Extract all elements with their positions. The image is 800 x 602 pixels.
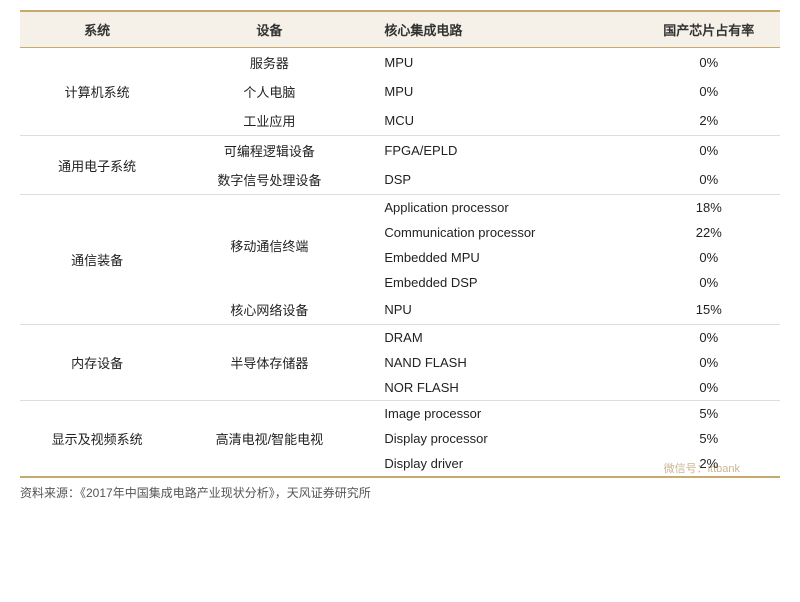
- cell-chip: NPU: [364, 295, 637, 325]
- table-row: 显示及视频系统高清电视/智能电视Image processor5%: [20, 401, 780, 427]
- cell-rate: 0%: [638, 165, 781, 195]
- cell-chip: NAND FLASH: [364, 350, 637, 375]
- cell-chip: Display driver: [364, 451, 637, 477]
- cell-device: 个人电脑: [174, 77, 364, 106]
- cell-device: 核心网络设备: [174, 295, 364, 325]
- cell-system: 内存设备: [20, 325, 174, 401]
- table-row: 内存设备半导体存储器DRAM0%: [20, 325, 780, 351]
- cell-rate: 22%: [638, 220, 781, 245]
- cell-device: 移动通信终端: [174, 195, 364, 296]
- cell-rate: 0%: [638, 48, 781, 78]
- table-header-row: 系统 设备 核心集成电路 国产芯片占有率: [20, 11, 780, 48]
- cell-rate: 0%: [638, 375, 781, 401]
- cell-rate: 0%: [638, 136, 781, 166]
- main-table: 系统 设备 核心集成电路 国产芯片占有率 计算机系统服务器MPU0%个人电脑MP…: [20, 10, 780, 478]
- cell-device: 工业应用: [174, 106, 364, 136]
- cell-chip: Communication processor: [364, 220, 637, 245]
- table-body: 计算机系统服务器MPU0%个人电脑MPU0%工业应用MCU2%通用电子系统可编程…: [20, 48, 780, 478]
- cell-rate: 0%: [638, 325, 781, 351]
- cell-rate: 2%微信号：ittbank: [638, 451, 781, 477]
- cell-rate: 18%: [638, 195, 781, 221]
- cell-chip: Image processor: [364, 401, 637, 427]
- cell-rate: 5%: [638, 401, 781, 427]
- cell-chip: DRAM: [364, 325, 637, 351]
- cell-chip: MCU: [364, 106, 637, 136]
- cell-rate: 5%: [638, 426, 781, 451]
- cell-system: 计算机系统: [20, 48, 174, 136]
- table-row: 通信装备移动通信终端Application processor18%: [20, 195, 780, 221]
- cell-chip: Embedded MPU: [364, 245, 637, 270]
- cell-chip: NOR FLASH: [364, 375, 637, 401]
- header-system: 系统: [20, 11, 174, 48]
- cell-device: 数字信号处理设备: [174, 165, 364, 195]
- cell-rate: 0%: [638, 350, 781, 375]
- cell-rate: 0%: [638, 270, 781, 295]
- cell-device: 半导体存储器: [174, 325, 364, 401]
- cell-chip: MPU: [364, 48, 637, 78]
- cell-device: 服务器: [174, 48, 364, 78]
- cell-system: 通信装备: [20, 195, 174, 325]
- cell-device: 可编程逻辑设备: [174, 136, 364, 166]
- table-row: 通用电子系统可编程逻辑设备FPGA/EPLD0%: [20, 136, 780, 166]
- cell-chip: MPU: [364, 77, 637, 106]
- header-chip: 核心集成电路: [364, 11, 637, 48]
- cell-chip: Embedded DSP: [364, 270, 637, 295]
- cell-rate: 0%: [638, 245, 781, 270]
- cell-system: 通用电子系统: [20, 136, 174, 195]
- footer-text: 资料来源：《2017年中国集成电路产业现状分析》，天风证券研究所: [20, 484, 780, 501]
- cell-system: 显示及视频系统: [20, 401, 174, 478]
- cell-chip: FPGA/EPLD: [364, 136, 637, 166]
- header-device: 设备: [174, 11, 364, 48]
- header-rate: 国产芯片占有率: [638, 11, 781, 48]
- cell-chip: Application processor: [364, 195, 637, 221]
- cell-rate: 15%: [638, 295, 781, 325]
- cell-rate: 0%: [638, 77, 781, 106]
- cell-rate: 2%: [638, 106, 781, 136]
- cell-device: 高清电视/智能电视: [174, 401, 364, 478]
- table-row: 计算机系统服务器MPU0%: [20, 48, 780, 78]
- cell-chip: DSP: [364, 165, 637, 195]
- cell-chip: Display processor: [364, 426, 637, 451]
